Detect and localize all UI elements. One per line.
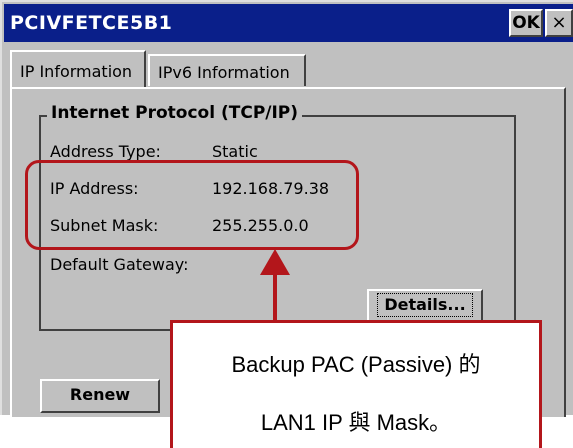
group-title: Internet Protocol (TCP/IP): [47, 103, 303, 123]
details-button[interactable]: Details...: [367, 289, 483, 323]
default-gateway-label: Default Gateway:: [50, 255, 189, 274]
tab-ipv6-information[interactable]: IPv6 Information: [148, 54, 306, 86]
address-type-label: Address Type:: [50, 142, 161, 161]
annotation-line-1: Backup PAC (Passive) 的: [231, 352, 481, 377]
annotation-line-2: LAN1 IP 與 Mask。: [260, 410, 452, 435]
title-bar: PCIVFETCE5B1 OK ×: [4, 4, 573, 42]
renew-button[interactable]: Renew: [40, 379, 160, 413]
window-title: PCIVFETCE5B1: [10, 12, 173, 34]
close-button[interactable]: ×: [545, 9, 573, 37]
ok-button[interactable]: OK: [509, 9, 543, 37]
highlight-box: [25, 160, 359, 250]
address-type-value: Static: [212, 142, 258, 161]
tab-ip-information[interactable]: IP Information: [10, 50, 146, 87]
details-button-label: Details...: [377, 293, 473, 317]
annotation-callout: Backup PAC (Passive) 的 LAN1 IP 與 Mask。: [170, 320, 542, 448]
arrow-stem: [273, 268, 277, 320]
